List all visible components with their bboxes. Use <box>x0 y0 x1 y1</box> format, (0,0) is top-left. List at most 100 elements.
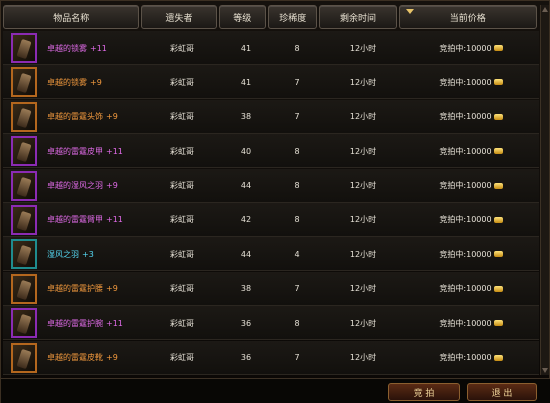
table-row[interactable]: 湿风之羽 +3 彩虹哥 44 4 12小时 竞拍中:10000 <box>3 237 539 272</box>
price-label: 竞拍中:10000 <box>439 43 492 53</box>
table-row[interactable]: 卓越的雷霆臂甲 +11 彩虹哥 42 8 12小时 竞拍中:10000 <box>3 202 539 237</box>
price-label: 竞拍中:10000 <box>439 284 492 294</box>
level-cell: 40 <box>240 146 252 156</box>
loser-cell: 彩虹哥 <box>170 112 194 122</box>
table-row[interactable]: 卓越的雷霆护腕 +11 彩虹哥 36 8 12小时 竞拍中:10000 <box>3 306 539 341</box>
price-cell: 竞拍中:10000 <box>403 306 539 340</box>
time-cell: 12小时 <box>349 215 377 225</box>
gold-coin-icon <box>493 251 503 258</box>
time-cell: 12小时 <box>349 77 377 87</box>
item-name: 卓越的雷霆护腰 <box>47 284 103 294</box>
level-cell: 36 <box>240 318 252 328</box>
scroll-up-icon[interactable] <box>542 7 548 12</box>
header-loser[interactable]: 遗失者 <box>141 5 217 29</box>
gold-coin-icon <box>493 113 503 120</box>
table-row[interactable]: 卓越的锁雾 +11 彩虹哥 41 8 12小时 竞拍中:10000 <box>3 31 539 65</box>
item-plus: +9 <box>106 284 118 294</box>
price-cell: 竞拍中:10000 <box>403 203 539 237</box>
sort-down-icon[interactable] <box>405 9 414 14</box>
rarity-cell: 8 <box>294 43 300 53</box>
item-plus: +11 <box>106 318 123 328</box>
time-cell: 12小时 <box>349 146 377 156</box>
gold-coin-icon <box>493 320 503 327</box>
table-row[interactable]: 卓越的锁雾 +9 彩虹哥 41 7 12小时 竞拍中:10000 <box>3 65 539 100</box>
table-row[interactable]: 卓越的雷霆皮靴 +9 彩虹哥 36 7 12小时 竞拍中:10000 <box>3 340 539 375</box>
gold-coin-icon <box>493 148 503 155</box>
time-cell: 12小时 <box>349 353 377 363</box>
rarity-cell: 7 <box>294 112 300 122</box>
price-label: 竞拍中:10000 <box>439 215 492 225</box>
level-cell: 41 <box>240 77 252 87</box>
level-cell: 41 <box>240 43 252 53</box>
table-row[interactable]: 卓越的雷霆头饰 +9 彩虹哥 38 7 12小时 竞拍中:10000 <box>3 99 539 134</box>
level-cell: 42 <box>240 215 252 225</box>
price-label: 竞拍中:10000 <box>439 181 492 191</box>
item-plus: +3 <box>82 249 94 259</box>
price-cell: 竞拍中:10000 <box>403 237 539 271</box>
equipment-icon[interactable] <box>11 308 37 339</box>
item-name: 湿风之羽 <box>47 249 79 259</box>
table-row[interactable]: 卓越的雷霆皮甲 +11 彩虹哥 40 8 12小时 竞拍中:10000 <box>3 134 539 169</box>
time-cell: 12小时 <box>349 112 377 122</box>
scroll-down-icon[interactable] <box>542 368 548 373</box>
loser-cell: 彩虹哥 <box>170 353 194 363</box>
time-cell: 12小时 <box>349 284 377 294</box>
gold-coin-icon <box>493 45 503 51</box>
loser-cell: 彩虹哥 <box>170 215 194 225</box>
rarity-cell: 7 <box>294 77 300 87</box>
equipment-icon[interactable] <box>11 136 37 167</box>
loser-cell: 彩虹哥 <box>170 77 194 87</box>
item-name: 卓越的雷霆臂甲 <box>47 215 103 225</box>
item-plus: +11 <box>106 215 123 225</box>
item-plus: +11 <box>90 43 107 53</box>
header-item-name[interactable]: 物品名称 <box>3 5 140 29</box>
item-plus: +9 <box>90 77 102 87</box>
price-label: 竞拍中:10000 <box>439 146 492 156</box>
equipment-icon[interactable] <box>11 204 37 235</box>
time-cell: 12小时 <box>349 318 377 328</box>
rarity-cell: 4 <box>294 249 300 259</box>
gold-coin-icon <box>493 216 503 223</box>
bid-button[interactable]: 竞 拍 <box>388 383 460 401</box>
item-name: 卓越的锁雾 <box>47 43 87 53</box>
list-scrollbar[interactable] <box>540 5 549 375</box>
header-current-price-label: 当前价格 <box>449 13 486 24</box>
equipment-icon[interactable] <box>11 342 37 373</box>
price-cell: 竞拍中:10000 <box>403 65 539 99</box>
gold-coin-icon <box>493 285 503 292</box>
table-row[interactable]: 卓越的雷霆护腰 +9 彩虹哥 38 7 12小时 竞拍中:10000 <box>3 271 539 306</box>
loser-cell: 彩虹哥 <box>170 249 194 259</box>
equipment-icon[interactable] <box>11 67 37 98</box>
time-cell: 12小时 <box>349 249 377 259</box>
gold-coin-icon <box>493 182 503 189</box>
item-plus: +9 <box>106 181 118 191</box>
header-remaining-time[interactable]: 剩余时间 <box>319 5 397 29</box>
price-cell: 竞拍中:10000 <box>403 169 539 203</box>
header-rarity[interactable]: 珍稀度 <box>268 5 318 29</box>
header-level[interactable]: 等级 <box>218 5 267 29</box>
exit-button[interactable]: 退 出 <box>467 383 537 401</box>
price-cell: 竞拍中:10000 <box>403 134 539 168</box>
equipment-icon[interactable] <box>11 33 37 63</box>
equipment-icon[interactable] <box>11 170 37 201</box>
gold-coin-icon <box>493 354 503 361</box>
price-label: 竞拍中:10000 <box>439 77 492 87</box>
equipment-icon[interactable] <box>11 273 37 304</box>
table-row[interactable]: 卓越的湿风之羽 +9 彩虹哥 44 8 12小时 竞拍中:10000 <box>3 168 539 203</box>
level-cell: 38 <box>240 112 252 122</box>
price-cell: 竞拍中:10000 <box>403 31 539 65</box>
price-label: 竞拍中:10000 <box>439 112 492 122</box>
rarity-cell: 8 <box>294 146 300 156</box>
auction-window: 物品名称 遗失者 等级 珍稀度 剩余时间 当前价格 卓越的锁雾 +11 彩虹哥 4… <box>0 0 550 403</box>
item-name: 卓越的湿风之羽 <box>47 181 103 191</box>
equipment-icon[interactable] <box>11 101 37 132</box>
loser-cell: 彩虹哥 <box>170 318 194 328</box>
loser-cell: 彩虹哥 <box>170 146 194 156</box>
header-current-price[interactable]: 当前价格 <box>398 5 537 29</box>
equipment-icon[interactable] <box>11 239 37 270</box>
time-cell: 12小时 <box>349 181 377 191</box>
time-cell: 12小时 <box>349 43 377 53</box>
level-cell: 38 <box>240 284 252 294</box>
item-name: 卓越的雷霆皮甲 <box>47 146 103 156</box>
column-header: 物品名称 遗失者 等级 珍稀度 剩余时间 当前价格 <box>3 5 539 29</box>
